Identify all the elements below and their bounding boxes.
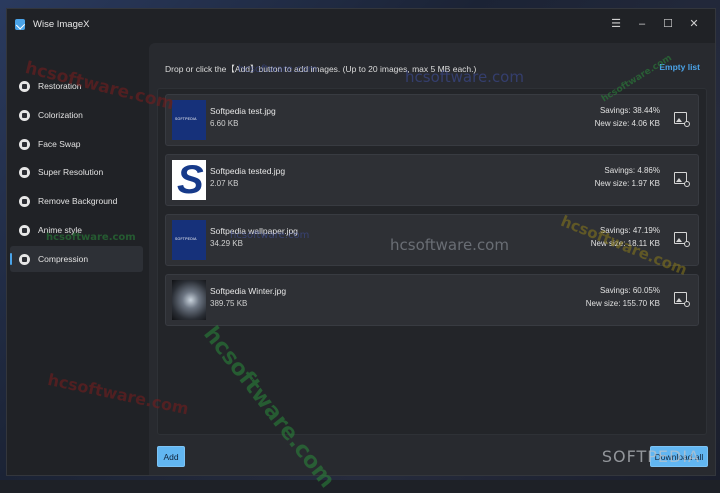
sidebar-item-label: Anime style [38,225,82,235]
app-logo-icon [15,18,25,30]
minimize-icon[interactable]: – [629,9,655,39]
sidebar-item-colorization[interactable]: Colorization [10,102,143,128]
add-button[interactable]: Add [157,446,185,467]
file-thumbnail [172,100,206,140]
sidebar-item-label: Compression [38,254,89,264]
savings-value: Savings: 60.05% [599,286,660,295]
super-resolution-icon [19,166,30,178]
sidebar-item-compression[interactable]: Compression [10,246,143,272]
drop-hint: Drop or click the【Add】button to add imag… [165,64,477,74]
compression-icon [19,253,30,265]
app-title: Wise ImageX [33,18,90,30]
file-name: Softpedia Winter.jpg [210,286,287,296]
file-thumbnail [172,220,206,260]
file-list: Softpedia test.jpg 6.60 KB Savings: 38.4… [157,88,707,435]
sidebar-item-label: Colorization [38,110,83,120]
file-thumbnail [172,160,206,200]
new-size-value: New size: 4.06 KB [594,119,660,128]
sidebar: Restoration Colorization Face Swap Super… [7,39,149,475]
sidebar-item-face-swap[interactable]: Face Swap [10,131,143,157]
savings-value: Savings: 47.19% [599,226,660,235]
new-size-value: New size: 1.97 KB [594,179,660,188]
sidebar-item-label: Super Resolution [38,167,104,177]
sidebar-item-remove-background[interactable]: Remove Background [10,188,143,214]
compression-panel: Drop or click the【Add】button to add imag… [149,43,715,475]
preview-image-icon[interactable] [674,232,690,247]
colorization-icon [19,109,30,121]
preview-image-icon[interactable] [674,112,690,127]
preview-image-icon[interactable] [674,292,690,307]
app-window: Wise ImageX ☰ – ☐ ✕ Restoration Coloriza… [6,8,716,476]
file-size: 2.07 KB [210,179,239,188]
file-thumbnail [172,280,206,320]
sidebar-item-label: Restoration [38,81,82,91]
list-item: Softpedia Winter.jpg 389.75 KB Savings: … [165,274,699,326]
new-size-value: New size: 155.70 KB [585,299,660,308]
anime-style-icon [19,224,30,236]
menu-icon[interactable]: ☰ [603,9,629,39]
new-size-value: New size: 18.11 KB [590,239,660,248]
file-size: 389.75 KB [210,299,248,308]
softpedia-watermark: SOFTPEDIA [601,447,700,466]
sidebar-item-restoration[interactable]: Restoration [10,73,143,99]
restoration-icon [19,80,30,92]
list-item: Softpedia wallpaper.jpg 34.29 KB Savings… [165,214,699,266]
remove-background-icon [19,195,30,207]
close-icon[interactable]: ✕ [681,9,707,39]
sidebar-item-anime-style[interactable]: Anime style [10,217,143,243]
sidebar-item-label: Remove Background [38,196,118,206]
preview-image-icon[interactable] [674,172,690,187]
file-name: Softpedia wallpaper.jpg [210,226,298,236]
savings-value: Savings: 4.86% [604,166,660,175]
list-item: Softpedia tested.jpg 2.07 KB Savings: 4.… [165,154,699,206]
title-bar: Wise ImageX ☰ – ☐ ✕ [7,9,715,39]
sidebar-item-label: Face Swap [38,139,81,149]
maximize-icon[interactable]: ☐ [655,9,681,39]
file-name: Softpedia tested.jpg [210,166,286,176]
savings-value: Savings: 38.44% [599,106,660,115]
sidebar-item-super-resolution[interactable]: Super Resolution [10,159,143,185]
file-name: Softpedia test.jpg [210,106,276,116]
file-size: 34.29 KB [210,239,243,248]
empty-list-link[interactable]: Empty list [659,62,700,72]
list-item: Softpedia test.jpg 6.60 KB Savings: 38.4… [165,94,699,146]
face-swap-icon [19,138,30,150]
file-size: 6.60 KB [210,119,239,128]
window-controls: ☰ – ☐ ✕ [603,9,707,39]
